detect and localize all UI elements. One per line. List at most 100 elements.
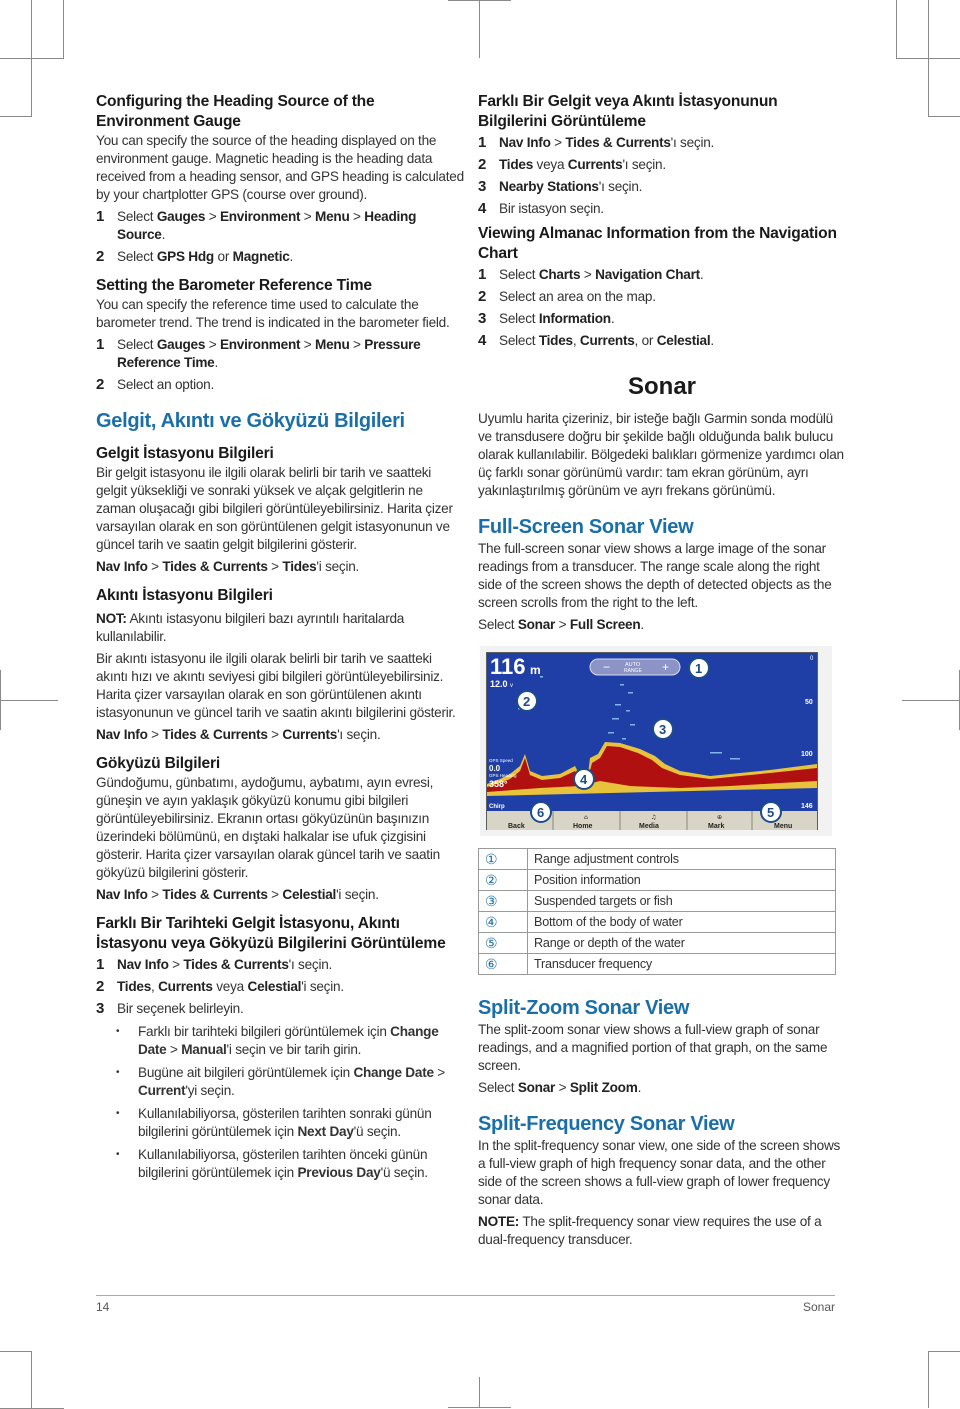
bullet-icon: • — [116, 1067, 120, 1078]
depth-unit: m — [530, 663, 541, 677]
callout-number: 2 — [523, 694, 530, 709]
split-frequency-title: Split-Frequency Sonar View — [478, 1113, 735, 1135]
split-zoom-body: The split-zoom sonar view shows a full-v… — [478, 1022, 828, 1073]
left-column: Configuring the Heading Source of the En… — [96, 92, 464, 1182]
step: 1 Select Charts > Navigation Chart. — [478, 266, 704, 283]
range-label-range: RANGE — [624, 668, 642, 674]
bullet-item: • Bugüne ait bilgileri görüntülemek için… — [116, 1065, 445, 1098]
bullet-icon: • — [116, 1149, 120, 1160]
table-row: ⑥ Transducer frequency — [478, 953, 836, 975]
celestial-body: Gündoğumu, günbatımı, aydoğumu, aybatımı… — [96, 775, 440, 880]
step: 4 Bir istasyon seçin. — [478, 200, 604, 217]
current-station-body: Bir akıntı istasyonu ile ilgili olarak b… — [96, 651, 456, 720]
home-button[interactable]: Home — [573, 823, 593, 830]
current-station-note: NOT: Akıntı istasyonu bilgileri bazı ayr… — [96, 611, 405, 644]
tides-section: Gelgit, Akıntı ve Gökyüzü Bilgileri Gelg… — [96, 408, 464, 1182]
footer-rule — [96, 1295, 835, 1296]
right-column: Farklı Bir Gelgit veya Akıntı İstasyonun… — [478, 92, 846, 1249]
step: 3 Bir seçenek belirleyin. — [96, 1000, 244, 1017]
gps-speed-value: 0.0 — [489, 764, 501, 773]
heading-source-body: You can specify the source of the headin… — [96, 133, 464, 202]
sonar-chapter-title: Sonar — [627, 373, 696, 400]
bullet-item: • Kullanılabiliyorsa, gösterilen tarihte… — [116, 1106, 432, 1139]
step: 2 Select GPS Hdg or Magnetic. — [96, 248, 294, 265]
table-row: ⑤ Range or depth of the water — [478, 932, 836, 954]
step: 2 Select an option. — [96, 376, 215, 393]
celestial-path: Nav Info > Tides & Currents > Celestial'… — [96, 887, 379, 902]
step: 2 Tides, Currents veya Celestial'i seçin… — [96, 978, 344, 995]
callout-number: 6 — [537, 805, 544, 820]
barometer-title: Setting the Barometer Reference Time — [96, 277, 372, 294]
almanac-title: Viewing Almanac Information from the Nav… — [478, 225, 837, 262]
different-date-title: Farklı Bir Tarihteki Gelgit İstasyonu, A… — [96, 915, 446, 952]
table-row: ② Position information — [478, 869, 836, 891]
full-screen-body: The full-screen sonar view shows a large… — [478, 541, 832, 610]
bullet-icon: • — [116, 1026, 120, 1037]
step: 4 Select Tides, Currents, or Celestial. — [478, 332, 714, 349]
sonar-intro: Uyumlu harita çizeriniz, bir isteğe bağl… — [478, 411, 844, 498]
callout-legend-table: ① Range adjustment controls ② Position inf… — [478, 848, 836, 975]
table-row: ③ Suspended targets or fish — [478, 890, 836, 912]
bullet-item: • Kullanılabiliyorsa, gösterilen tarihte… — [116, 1147, 428, 1180]
range-minus-button[interactable]: − — [603, 660, 610, 674]
barometer-body: You can specify the reference time used … — [96, 297, 450, 330]
heading-source-section: Configuring the Heading Source of the En… — [96, 92, 464, 266]
voltage-readout: 12.0 — [490, 679, 508, 689]
step: 2 Tides veya Currents'ı seçin. — [478, 156, 666, 173]
step: 1 Select Gauges > Environment > Menu > H… — [96, 208, 417, 242]
footer-section-name: Sonar — [802, 1300, 835, 1314]
barometer-section: Setting the Barometer Reference Time You… — [96, 276, 464, 394]
split-frequency-note: NOTE: The split-frequency sonar view req… — [478, 1214, 822, 1247]
step: 1 Nav Info > Tides & Currents'ı seçin. — [96, 956, 333, 973]
scale-label: 100 — [801, 751, 813, 758]
step: 1 Select Gauges > Environment > Menu > P… — [96, 336, 421, 370]
current-station-path: Nav Info > Tides & Currents > Currents'ı… — [96, 727, 381, 742]
range-controls[interactable]: − AUTO RANGE + — [589, 658, 681, 676]
current-station-title: Akıntı İstasyonu Bilgileri — [96, 587, 273, 604]
sonar-screenshot: − AUTO RANGE + 116 m 12.0 v 0 50 100 146… — [480, 646, 832, 836]
different-station-title: Farklı Bir Gelgit veya Akıntı İstasyonun… — [478, 93, 778, 130]
menu-button[interactable]: Menu — [774, 823, 792, 830]
back-button[interactable]: Back — [508, 823, 525, 830]
celestial-title: Gökyüzü Bilgileri — [96, 755, 220, 772]
music-note-icon: ♫ — [651, 814, 656, 821]
tide-station-path: Nav Info > Tides & Currents > Tides'i se… — [96, 559, 360, 574]
bullet-icon: • — [116, 1108, 120, 1119]
almanac-section: Viewing Almanac Information from the Nav… — [478, 224, 846, 350]
bullet-item: • Farklı bir tarihteki bilgileri görüntü… — [116, 1024, 439, 1057]
range-plus-button[interactable]: + — [662, 660, 669, 674]
crosshair-icon: ⊕ — [717, 814, 722, 821]
callout-number: 4 — [580, 772, 588, 787]
frequency-label: Chirp — [489, 804, 505, 810]
step: 3 Select Information. — [478, 310, 615, 327]
split-frequency-body: In the split-frequency sonar view, one s… — [478, 1138, 841, 1207]
heading-source-title: Configuring the Heading Source of the En… — [96, 93, 375, 130]
depth-readout: 116 — [490, 654, 526, 679]
media-button[interactable]: Media — [639, 823, 659, 830]
step: 1 Nav Info > Tides & Currents'ı seçin. — [478, 134, 715, 151]
callout-number: 3 — [659, 722, 666, 737]
tides-section-title: Gelgit, Akıntı ve Gökyüzü Bilgileri — [96, 410, 405, 432]
menu-path: Gauges — [156, 209, 206, 224]
voltage-unit: v — [510, 683, 513, 689]
table-row: ① Range adjustment controls — [478, 848, 836, 870]
tide-station-body: Bir gelgit istasyonu ile ilgili olarak b… — [96, 465, 453, 552]
scale-label: 146 — [801, 803, 813, 810]
split-zoom-path: Select Sonar > Split Zoom. — [478, 1080, 642, 1095]
home-icon: ⌂ — [584, 814, 588, 821]
step: 2 Select an area on the map. — [478, 288, 656, 305]
gps-heading-value: 358° — [489, 779, 508, 789]
table-row: ④ Bottom of the body of water — [478, 911, 836, 933]
scale-label: 50 — [805, 699, 813, 706]
gps-speed-label: GPS Speed — [489, 758, 513, 763]
page-number: 14 — [96, 1300, 110, 1314]
tide-station-title: Gelgit İstasyonu Bilgileri — [96, 445, 274, 462]
callout-number: 1 — [695, 661, 702, 676]
step: 3 Nearby Stations'ı seçin. — [478, 178, 643, 195]
full-screen-title: Full-Screen Sonar View — [478, 516, 694, 538]
different-station-section: Farklı Bir Gelgit veya Akıntı İstasyonun… — [478, 92, 846, 218]
full-screen-path: Select Sonar > Full Screen. — [478, 617, 644, 632]
split-zoom-title: Split-Zoom Sonar View — [478, 997, 690, 1019]
gps-heading-label: GPS Heading — [489, 773, 517, 778]
mark-button[interactable]: Mark — [708, 823, 724, 830]
